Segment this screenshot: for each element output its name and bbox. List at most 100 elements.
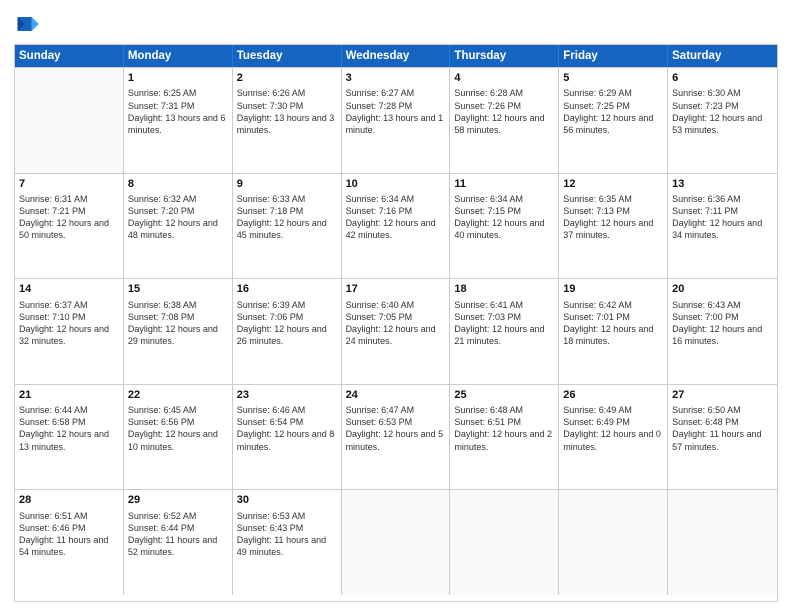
cell-details: Sunrise: 6:51 AMSunset: 6:46 PMDaylight:… bbox=[19, 510, 119, 559]
calendar-cell: 30 Sunrise: 6:53 AMSunset: 6:43 PMDayligh… bbox=[233, 490, 342, 595]
day-number: 7 bbox=[19, 177, 119, 192]
calendar-cell: 11Sunrise: 6:34 AMSunset: 7:15 PMDayligh… bbox=[450, 174, 559, 279]
cell-details: Sunrise: 6:33 AMSunset: 7:18 PMDaylight:… bbox=[237, 193, 337, 242]
day-number: 2 bbox=[237, 71, 337, 86]
cell-details: Sunrise: 6:34 AMSunset: 7:16 PMDaylight:… bbox=[346, 193, 446, 242]
day-number: 24 bbox=[346, 388, 446, 403]
cell-details: Sunrise: 6:38 AMSunset: 7:08 PMDaylight:… bbox=[128, 299, 228, 348]
calendar-cell bbox=[450, 490, 559, 595]
cell-details: Sunrise: 6:31 AMSunset: 7:21 PMDaylight:… bbox=[19, 193, 119, 242]
calendar-cell: 8Sunrise: 6:32 AMSunset: 7:20 PMDaylight… bbox=[124, 174, 233, 279]
day-number: 3 bbox=[346, 71, 446, 86]
calendar-cell: 16 Sunrise: 6:39 AMSunset: 7:06 PMDayligh… bbox=[233, 279, 342, 384]
calendar-cell: 13Sunrise: 6:36 AMSunset: 7:11 PMDayligh… bbox=[668, 174, 777, 279]
day-number: 16 bbox=[237, 282, 337, 297]
calendar-cell: 20 Sunrise: 6:43 AMSunset: 7:00 PMDayligh… bbox=[668, 279, 777, 384]
calendar-row-2: 7Sunrise: 6:31 AMSunset: 7:21 PMDaylight… bbox=[15, 173, 777, 279]
calendar-row-5: 28 Sunrise: 6:51 AMSunset: 6:46 PMDayligh… bbox=[15, 489, 777, 595]
calendar-cell: 27Sunrise: 6:50 AMSunset: 6:48 PMDayligh… bbox=[668, 385, 777, 490]
cell-details: Sunrise: 6:50 AMSunset: 6:48 PMDaylight:… bbox=[672, 404, 773, 453]
calendar-cell: 5Sunrise: 6:29 AMSunset: 7:25 PMDaylight… bbox=[559, 68, 668, 173]
day-number: 8 bbox=[128, 177, 228, 192]
logo-icon bbox=[14, 10, 42, 38]
cell-details: Sunrise: 6:53 AMSunset: 6:43 PMDaylight:… bbox=[237, 510, 337, 559]
day-number: 26 bbox=[563, 388, 663, 403]
cell-details: Sunrise: 6:40 AMSunset: 7:05 PMDaylight:… bbox=[346, 299, 446, 348]
cell-details: Sunrise: 6:35 AMSunset: 7:13 PMDaylight:… bbox=[563, 193, 663, 242]
cell-details: Sunrise: 6:26 AMSunset: 7:30 PMDaylight:… bbox=[237, 87, 337, 136]
page-header bbox=[14, 10, 778, 38]
cell-details: Sunrise: 6:48 AMSunset: 6:51 PMDaylight:… bbox=[454, 404, 554, 453]
calendar-body: 1Sunrise: 6:25 AMSunset: 7:31 PMDaylight… bbox=[15, 67, 777, 595]
day-number: 22 bbox=[128, 388, 228, 403]
cell-details: Sunrise: 6:49 AMSunset: 6:49 PMDaylight:… bbox=[563, 404, 663, 453]
calendar-cell: 28 Sunrise: 6:51 AMSunset: 6:46 PMDayligh… bbox=[15, 490, 124, 595]
cell-details: Sunrise: 6:43 AMSunset: 7:00 PMDaylight:… bbox=[672, 299, 773, 348]
cell-details: Sunrise: 6:39 AMSunset: 7:06 PMDaylight:… bbox=[237, 299, 337, 348]
calendar-cell: 23Sunrise: 6:46 AMSunset: 6:54 PMDayligh… bbox=[233, 385, 342, 490]
weekday-header-friday: Friday bbox=[559, 45, 668, 67]
day-number: 1 bbox=[128, 71, 228, 86]
calendar-header: SundayMondayTuesdayWednesdayThursdayFrid… bbox=[15, 45, 777, 67]
day-number: 27 bbox=[672, 388, 773, 403]
calendar-cell: 4Sunrise: 6:28 AMSunset: 7:26 PMDaylight… bbox=[450, 68, 559, 173]
calendar-cell: 22Sunrise: 6:45 AMSunset: 6:56 PMDayligh… bbox=[124, 385, 233, 490]
calendar-cell: 3Sunrise: 6:27 AMSunset: 7:28 PMDaylight… bbox=[342, 68, 451, 173]
cell-details: Sunrise: 6:25 AMSunset: 7:31 PMDaylight:… bbox=[128, 87, 228, 136]
day-number: 9 bbox=[237, 177, 337, 192]
calendar-cell: 24Sunrise: 6:47 AMSunset: 6:53 PMDayligh… bbox=[342, 385, 451, 490]
day-number: 23 bbox=[237, 388, 337, 403]
weekday-header-saturday: Saturday bbox=[668, 45, 777, 67]
weekday-header-monday: Monday bbox=[124, 45, 233, 67]
day-number: 18 bbox=[454, 282, 554, 297]
calendar-row-4: 21Sunrise: 6:44 AMSunset: 6:58 PMDayligh… bbox=[15, 384, 777, 490]
calendar-cell bbox=[342, 490, 451, 595]
calendar-cell: 6Sunrise: 6:30 AMSunset: 7:23 PMDaylight… bbox=[668, 68, 777, 173]
day-number: 11 bbox=[454, 177, 554, 192]
calendar-cell: 1Sunrise: 6:25 AMSunset: 7:31 PMDaylight… bbox=[124, 68, 233, 173]
day-number: 21 bbox=[19, 388, 119, 403]
calendar-row-1: 1Sunrise: 6:25 AMSunset: 7:31 PMDaylight… bbox=[15, 67, 777, 173]
calendar-cell: 19Sunrise: 6:42 AMSunset: 7:01 PMDayligh… bbox=[559, 279, 668, 384]
cell-details: Sunrise: 6:44 AMSunset: 6:58 PMDaylight:… bbox=[19, 404, 119, 453]
calendar-cell: 7Sunrise: 6:31 AMSunset: 7:21 PMDaylight… bbox=[15, 174, 124, 279]
cell-details: Sunrise: 6:42 AMSunset: 7:01 PMDaylight:… bbox=[563, 299, 663, 348]
calendar-cell: 29 Sunrise: 6:52 AMSunset: 6:44 PMDayligh… bbox=[124, 490, 233, 595]
calendar-cell: 15 Sunrise: 6:38 AMSunset: 7:08 PMDayligh… bbox=[124, 279, 233, 384]
calendar-cell: 25Sunrise: 6:48 AMSunset: 6:51 PMDayligh… bbox=[450, 385, 559, 490]
calendar-cell: 18 Sunrise: 6:41 AMSunset: 7:03 PMDayligh… bbox=[450, 279, 559, 384]
cell-details: Sunrise: 6:37 AMSunset: 7:10 PMDaylight:… bbox=[19, 299, 119, 348]
day-number: 4 bbox=[454, 71, 554, 86]
weekday-header-tuesday: Tuesday bbox=[233, 45, 342, 67]
calendar-cell: 9Sunrise: 6:33 AMSunset: 7:18 PMDaylight… bbox=[233, 174, 342, 279]
calendar-cell: 12Sunrise: 6:35 AMSunset: 7:13 PMDayligh… bbox=[559, 174, 668, 279]
cell-details: Sunrise: 6:34 AMSunset: 7:15 PMDaylight:… bbox=[454, 193, 554, 242]
cell-details: Sunrise: 6:47 AMSunset: 6:53 PMDaylight:… bbox=[346, 404, 446, 453]
calendar-cell: 14 Sunrise: 6:37 AMSunset: 7:10 PMDayligh… bbox=[15, 279, 124, 384]
weekday-header-wednesday: Wednesday bbox=[342, 45, 451, 67]
calendar-cell bbox=[15, 68, 124, 173]
day-number: 15 bbox=[128, 282, 228, 297]
day-number: 30 bbox=[237, 493, 337, 508]
day-number: 10 bbox=[346, 177, 446, 192]
day-number: 5 bbox=[563, 71, 663, 86]
day-number: 20 bbox=[672, 282, 773, 297]
calendar-cell bbox=[668, 490, 777, 595]
logo bbox=[14, 10, 46, 38]
cell-details: Sunrise: 6:29 AMSunset: 7:25 PMDaylight:… bbox=[563, 87, 663, 136]
cell-details: Sunrise: 6:41 AMSunset: 7:03 PMDaylight:… bbox=[454, 299, 554, 348]
day-number: 29 bbox=[128, 493, 228, 508]
day-number: 28 bbox=[19, 493, 119, 508]
day-number: 14 bbox=[19, 282, 119, 297]
cell-details: Sunrise: 6:52 AMSunset: 6:44 PMDaylight:… bbox=[128, 510, 228, 559]
day-number: 17 bbox=[346, 282, 446, 297]
day-number: 13 bbox=[672, 177, 773, 192]
calendar-cell: 26Sunrise: 6:49 AMSunset: 6:49 PMDayligh… bbox=[559, 385, 668, 490]
calendar-row-3: 14 Sunrise: 6:37 AMSunset: 7:10 PMDayligh… bbox=[15, 278, 777, 384]
weekday-header-sunday: Sunday bbox=[15, 45, 124, 67]
calendar-cell: 2Sunrise: 6:26 AMSunset: 7:30 PMDaylight… bbox=[233, 68, 342, 173]
calendar-cell: 21Sunrise: 6:44 AMSunset: 6:58 PMDayligh… bbox=[15, 385, 124, 490]
cell-details: Sunrise: 6:46 AMSunset: 6:54 PMDaylight:… bbox=[237, 404, 337, 453]
cell-details: Sunrise: 6:36 AMSunset: 7:11 PMDaylight:… bbox=[672, 193, 773, 242]
cell-details: Sunrise: 6:45 AMSunset: 6:56 PMDaylight:… bbox=[128, 404, 228, 453]
